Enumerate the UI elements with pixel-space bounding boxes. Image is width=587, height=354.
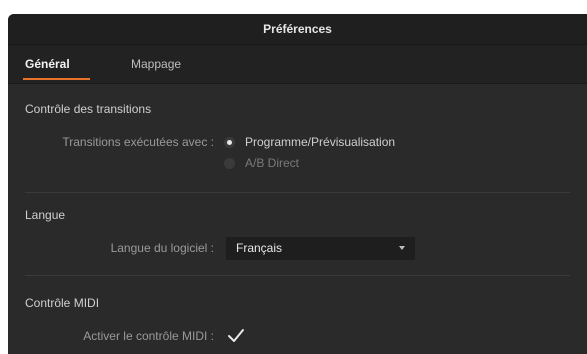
checkmark-icon xyxy=(228,329,244,342)
tab-mapping[interactable]: Mappage xyxy=(131,45,181,83)
section-divider xyxy=(25,275,570,276)
transitions-row-label: Transitions exécutées avec : xyxy=(62,135,214,149)
midi-section-title: Contrôle MIDI xyxy=(25,296,100,310)
tab-bar: Général Mappage xyxy=(8,45,587,84)
window-title: Préférences xyxy=(263,22,332,36)
section-divider xyxy=(25,192,570,193)
language-dropdown-value: Français xyxy=(236,241,283,255)
preferences-window: Préférences Général Mappage Contrôle des… xyxy=(8,14,587,354)
radio-ab-direct-label[interactable]: A/B Direct xyxy=(245,156,299,170)
language-dropdown[interactable]: Français xyxy=(226,237,415,260)
transitions-section-title: Contrôle des transitions xyxy=(25,102,152,116)
title-bar: Préférences xyxy=(8,14,587,45)
radio-ab-direct[interactable] xyxy=(224,158,235,169)
active-tab-indicator xyxy=(23,78,90,80)
midi-checkbox[interactable] xyxy=(227,328,245,344)
radio-program-preview[interactable] xyxy=(224,137,235,148)
language-row-label: Langue du logiciel : xyxy=(110,241,214,255)
radio-program-preview-label[interactable]: Programme/Prévisualisation xyxy=(245,135,395,149)
chevron-down-icon xyxy=(399,246,405,250)
midi-row-label: Activer le contrôle MIDI : xyxy=(83,329,214,343)
language-section-title: Langue xyxy=(25,208,66,222)
